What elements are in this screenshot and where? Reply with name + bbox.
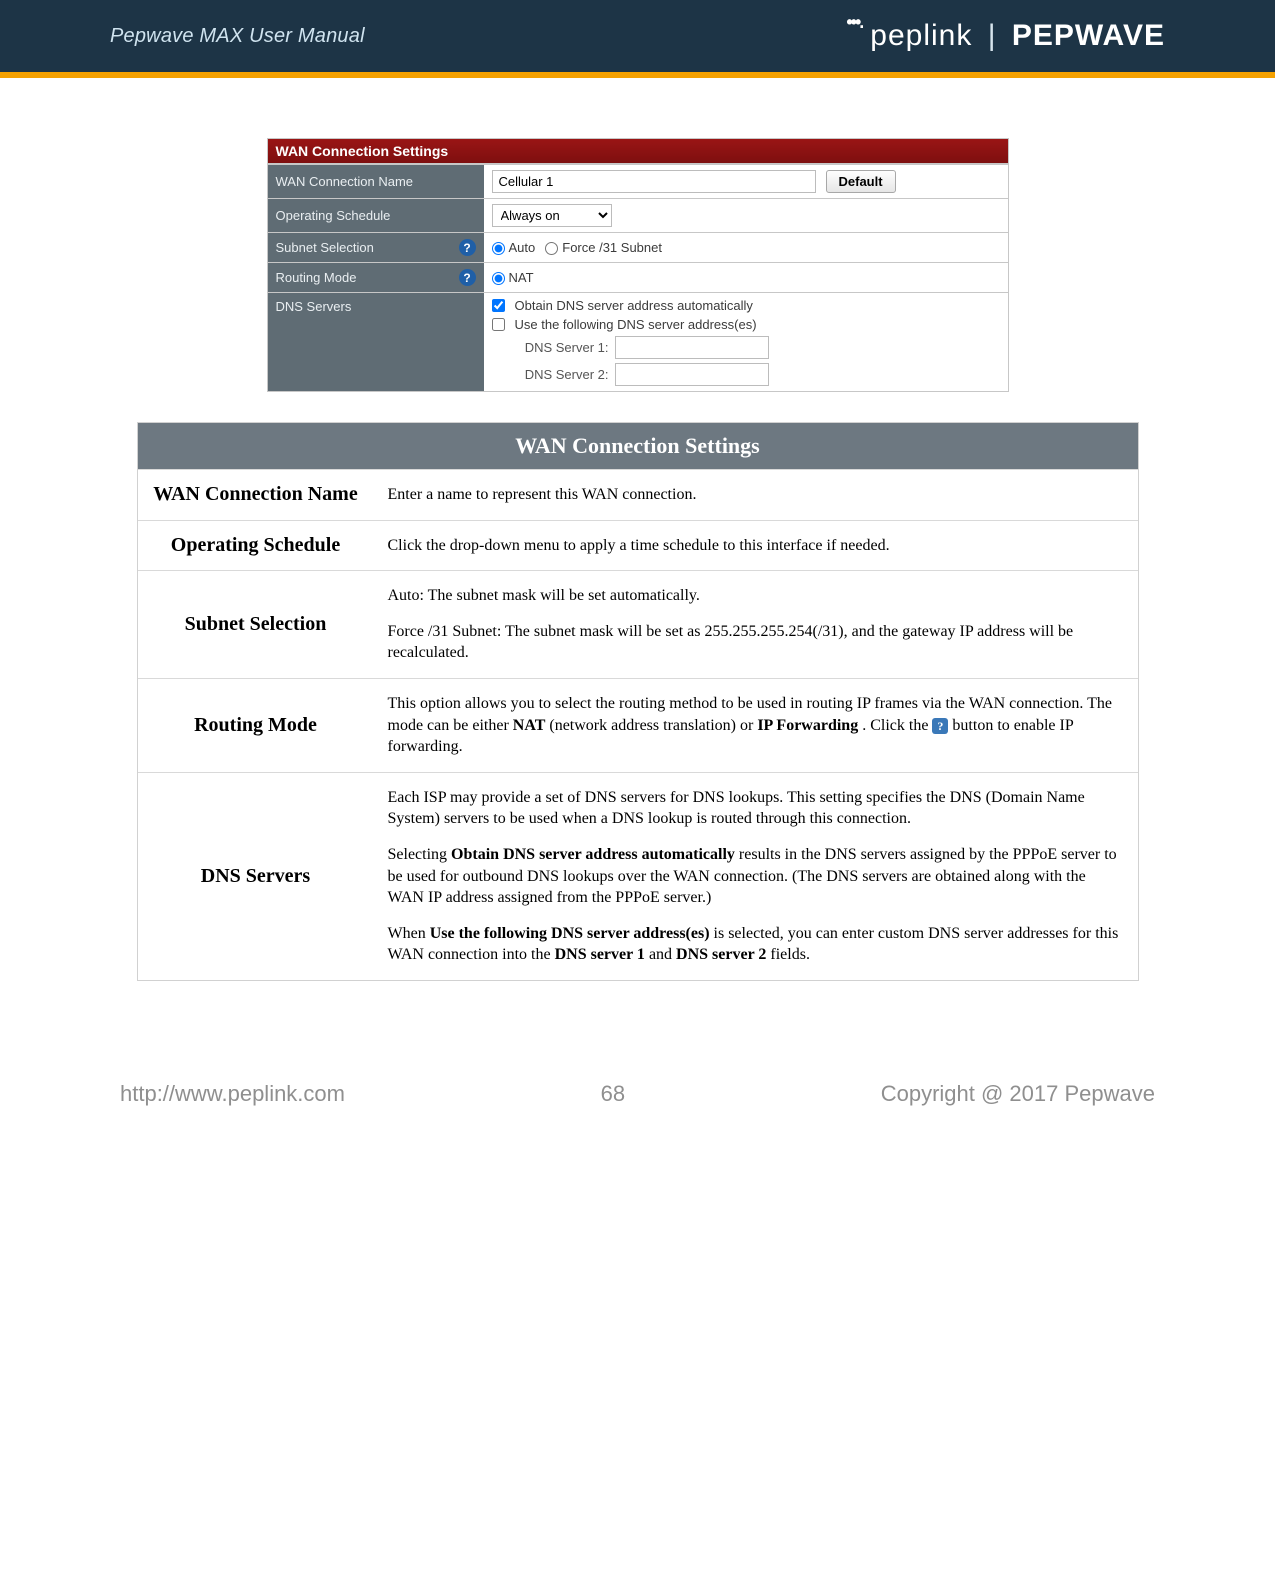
dns-server-1-input[interactable]: [615, 336, 769, 359]
label-subnet-selection-text: Subnet Selection: [276, 240, 374, 255]
description-table: WAN Connection Settings WAN Connection N…: [137, 422, 1139, 981]
desc-routing-b1: NAT: [513, 717, 546, 734]
dns-custom-option[interactable]: Use the following DNS server address(es): [492, 317, 769, 332]
desc-dns-p3-b2: DNS server 1: [555, 946, 645, 963]
manual-title: Pepwave MAX User Manual: [110, 25, 365, 48]
desc-dns-p3-post: fields.: [770, 946, 810, 963]
field-connection-name: Default: [484, 165, 1008, 198]
desc-subnet-p1: Auto: The subnet mask will be set automa…: [388, 585, 1124, 607]
desc-routing-mid1: (network address translation) or: [549, 717, 757, 734]
desc-dns-p2-b: Obtain DNS server address automatically: [451, 846, 735, 863]
row-dns-servers: DNS Servers Obtain DNS server address au…: [268, 292, 1008, 391]
desc-dns-p2-pre: Selecting: [388, 846, 452, 863]
desc-label-name: WAN Connection Name: [138, 470, 374, 520]
top-bar: Pepwave MAX User Manual •••. peplink | P…: [0, 0, 1275, 72]
dns-auto-checkbox[interactable]: [492, 299, 505, 312]
desc-label-schedule: Operating Schedule: [138, 521, 374, 571]
row-subnet-selection: Subnet Selection ? Auto Force /31 Subnet: [268, 232, 1008, 262]
subnet-auto-radio[interactable]: [492, 242, 505, 255]
row-operating-schedule: Operating Schedule Always on: [268, 198, 1008, 232]
help-icon: ?: [932, 718, 948, 734]
desc-label-dns: DNS Servers: [138, 773, 374, 980]
field-dns-servers: Obtain DNS server address automatically …: [484, 293, 1008, 391]
dns-server-2-row: DNS Server 2:: [514, 363, 769, 386]
desc-row-routing: Routing Mode This option allows you to s…: [138, 678, 1138, 772]
label-connection-name-text: WAN Connection Name: [276, 174, 414, 189]
subnet-force-label: Force /31 Subnet: [562, 240, 662, 255]
desc-dns-p3-b3: DNS server 2: [676, 946, 766, 963]
label-operating-schedule-text: Operating Schedule: [276, 208, 391, 223]
desc-routing-paragraph: This option allows you to select the rou…: [388, 693, 1124, 758]
desc-routing-b2: IP Forwarding: [757, 717, 858, 734]
desc-body-routing: This option allows you to select the rou…: [374, 679, 1138, 772]
desc-label-subnet: Subnet Selection: [138, 571, 374, 678]
desc-routing-mid2: . Click the: [862, 717, 932, 734]
dns-auto-label: Obtain DNS server address automatically: [515, 298, 753, 313]
routing-nat-label: NAT: [509, 270, 534, 285]
brand: •••. peplink | PEPWAVE: [846, 12, 1165, 61]
dns-server-1-label: DNS Server 1:: [514, 340, 609, 355]
routing-nat-radio[interactable]: [492, 272, 505, 285]
dns-auto-option[interactable]: Obtain DNS server address automatically: [492, 298, 769, 313]
desc-body-name: Enter a name to represent this WAN conne…: [374, 470, 1138, 520]
dns-custom-label: Use the following DNS server address(es): [515, 317, 757, 332]
label-dns-servers-text: DNS Servers: [276, 299, 352, 314]
label-operating-schedule: Operating Schedule: [268, 199, 484, 232]
desc-row-subnet: Subnet Selection Auto: The subnet mask w…: [138, 570, 1138, 678]
desc-row-schedule: Operating Schedule Click the drop-down m…: [138, 520, 1138, 571]
desc-subnet-p2: Force /31 Subnet: The subnet mask will b…: [388, 621, 1124, 664]
widget-title: WAN Connection Settings: [268, 139, 1008, 164]
description-title: WAN Connection Settings: [138, 423, 1138, 469]
label-routing-mode: Routing Mode ?: [268, 263, 484, 292]
help-icon[interactable]: ?: [459, 239, 476, 256]
wan-settings-widget: WAN Connection Settings WAN Connection N…: [267, 138, 1009, 392]
dns-server-2-label: DNS Server 2:: [514, 367, 609, 382]
label-routing-mode-text: Routing Mode: [276, 270, 357, 285]
footer-url: http://www.peplink.com: [120, 1081, 345, 1107]
desc-body-schedule: Click the drop-down menu to apply a time…: [374, 521, 1138, 571]
label-connection-name: WAN Connection Name: [268, 165, 484, 198]
subnet-auto-label: Auto: [509, 240, 536, 255]
subnet-auto-option[interactable]: Auto: [492, 240, 536, 255]
page-footer: http://www.peplink.com 68 Copyright @ 20…: [0, 1021, 1275, 1147]
wan-connection-name-input[interactable]: [492, 170, 816, 193]
brand-peplink: peplink: [870, 19, 972, 52]
desc-dns-p3-pre: When: [388, 925, 430, 942]
subnet-force-radio[interactable]: [545, 242, 558, 255]
dns-server-1-row: DNS Server 1:: [514, 336, 769, 359]
help-icon[interactable]: ?: [459, 269, 476, 286]
field-routing-mode: NAT: [484, 263, 1008, 292]
desc-dns-p1: Each ISP may provide a set of DNS server…: [388, 787, 1124, 830]
dns-server-2-input[interactable]: [615, 363, 769, 386]
field-operating-schedule: Always on: [484, 199, 1008, 232]
desc-dns-p2: Selecting Obtain DNS server address auto…: [388, 844, 1124, 909]
brand-dots-icon: •••.: [846, 12, 862, 33]
operating-schedule-select[interactable]: Always on: [492, 204, 612, 227]
footer-page-number: 68: [345, 1081, 881, 1107]
subnet-force-option[interactable]: Force /31 Subnet: [545, 240, 662, 255]
row-connection-name: WAN Connection Name Default: [268, 164, 1008, 198]
field-subnet-selection: Auto Force /31 Subnet: [484, 233, 1008, 262]
label-subnet-selection: Subnet Selection ?: [268, 233, 484, 262]
desc-body-subnet: Auto: The subnet mask will be set automa…: [374, 571, 1138, 678]
desc-row-name: WAN Connection Name Enter a name to repr…: [138, 469, 1138, 520]
desc-label-routing: Routing Mode: [138, 679, 374, 772]
desc-dns-p3-b: Use the following DNS server address(es): [430, 925, 710, 942]
brand-separator-icon: |: [988, 19, 997, 52]
row-routing-mode: Routing Mode ? NAT: [268, 262, 1008, 292]
desc-row-dns: DNS Servers Each ISP may provide a set o…: [138, 772, 1138, 980]
desc-body-dns: Each ISP may provide a set of DNS server…: [374, 773, 1138, 980]
routing-nat-option[interactable]: NAT: [492, 270, 534, 285]
desc-dns-p3-and: and: [649, 946, 676, 963]
default-button[interactable]: Default: [826, 170, 896, 193]
dns-custom-checkbox[interactable]: [492, 318, 505, 331]
label-dns-servers: DNS Servers: [268, 293, 484, 391]
footer-copyright: Copyright @ 2017 Pepwave: [881, 1081, 1155, 1107]
brand-pepwave: PEPWAVE: [1012, 19, 1165, 52]
desc-dns-p3: When Use the following DNS server addres…: [388, 923, 1124, 966]
